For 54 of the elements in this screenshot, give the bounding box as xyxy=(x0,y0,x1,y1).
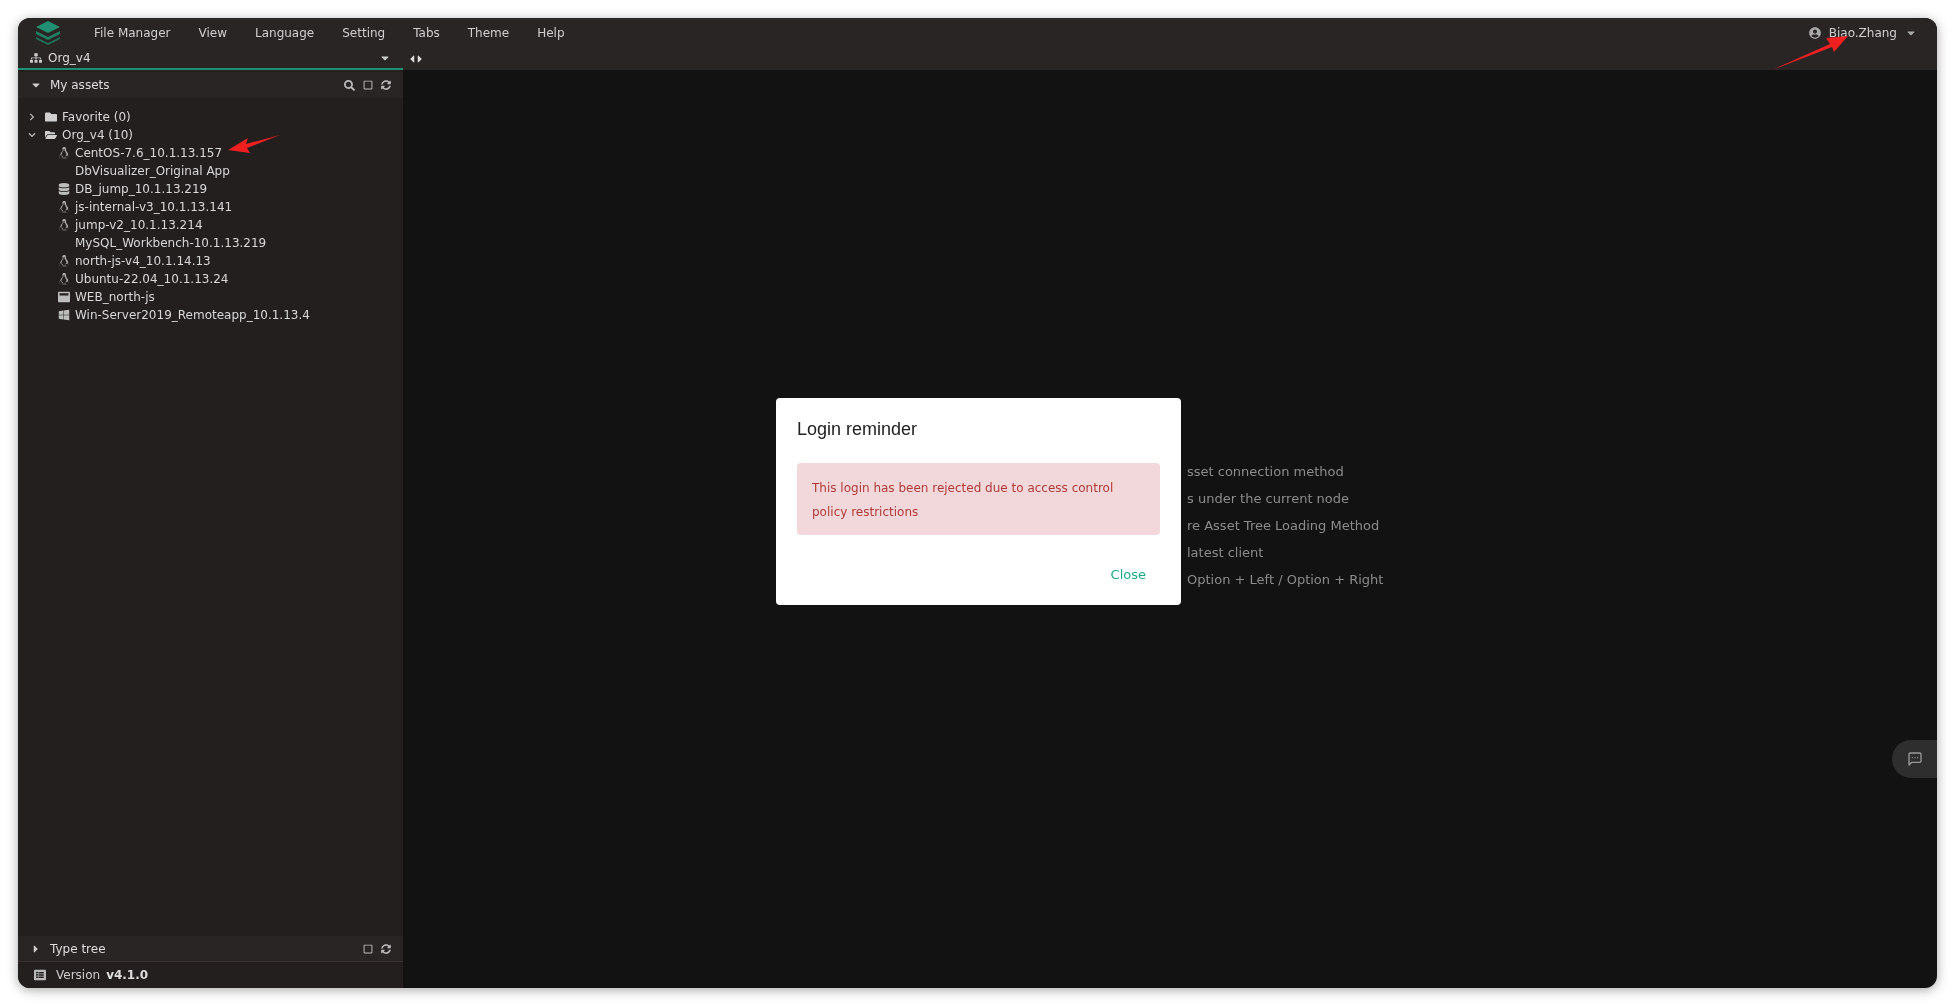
chat-button[interactable] xyxy=(1892,740,1937,778)
tree-item[interactable]: DB_jump_10.1.13.219 xyxy=(75,180,208,198)
folder-icon xyxy=(45,111,57,123)
tree-item[interactable]: WEB_north-js xyxy=(75,288,155,306)
folder-icon xyxy=(45,129,57,141)
tree-item[interactable]: Favorite (0) xyxy=(62,108,131,126)
menu-item[interactable]: Theme xyxy=(467,24,510,42)
list-icon xyxy=(34,969,46,981)
hint-text: Option + Left / Option + Right xyxy=(1187,571,1384,587)
hierarchy-icon xyxy=(30,52,42,64)
refresh-icon[interactable] xyxy=(381,943,391,954)
chat-icon xyxy=(1906,751,1923,767)
hint-text: re Asset Tree Loading Method xyxy=(1187,517,1381,533)
chevron-down-icon[interactable] xyxy=(28,131,36,139)
tree-item[interactable]: MySQL_Workbench-10.1.13.219 xyxy=(75,234,267,252)
menu-item[interactable]: Tabs xyxy=(413,24,440,42)
hint-text: latest client xyxy=(1187,544,1265,560)
penguin-icon xyxy=(58,147,70,159)
logo-icon xyxy=(34,20,62,46)
version-label: Version xyxy=(56,967,101,984)
penguin-icon xyxy=(58,273,70,285)
tree-item[interactable]: Win-Server2019_Remoteapp_10.1.13.4 xyxy=(75,306,310,324)
version-number: v4.1.0 xyxy=(106,967,149,984)
section-title: My assets xyxy=(50,77,110,94)
tree-item[interactable]: DbVisualizer_Original App xyxy=(75,162,230,180)
hint-text: sset connection method xyxy=(1187,463,1345,479)
search-icon[interactable] xyxy=(344,79,355,91)
menu-item[interactable]: File Manager xyxy=(94,24,171,42)
database-icon xyxy=(58,183,70,195)
refresh-icon[interactable] xyxy=(381,80,391,90)
browser-icon xyxy=(58,291,70,303)
tree-item[interactable]: north-js-v4_10.1.14.13 xyxy=(75,252,211,270)
user-name[interactable]: Biao.Zhang xyxy=(1828,24,1897,42)
menu-item[interactable]: Language xyxy=(255,24,315,42)
tree-item[interactable]: jump-v2_10.1.13.214 xyxy=(75,216,203,234)
user-avatar-icon xyxy=(1808,27,1821,39)
tree-item[interactable]: js-internal-v3_10.1.13.141 xyxy=(75,198,233,216)
tree-item[interactable]: Ubuntu-22.04_10.1.13.24 xyxy=(75,270,229,288)
section-title: Type tree xyxy=(50,940,106,958)
chevron-right-icon[interactable] xyxy=(28,113,36,121)
menu-item[interactable]: View xyxy=(198,24,227,42)
tree-item[interactable]: CentOS-7.6_10.1.13.157 xyxy=(75,144,223,162)
org-selector[interactable]: Org_v4 xyxy=(18,48,403,70)
penguin-icon xyxy=(58,219,70,231)
alert-message: This login has been rejected due to access control policy restrictions xyxy=(812,481,1114,519)
dialog-title: Login reminder xyxy=(797,418,919,441)
hint-text: s under the current node xyxy=(1187,490,1351,506)
tree-item[interactable]: Org_v4 (10) xyxy=(62,126,133,144)
penguin-icon xyxy=(58,255,70,267)
penguin-icon xyxy=(58,201,70,213)
windows-icon xyxy=(58,309,70,321)
menu-item[interactable]: Help xyxy=(537,24,565,42)
menu-item[interactable]: Setting xyxy=(342,24,386,42)
annotation-arrow xyxy=(226,133,282,155)
